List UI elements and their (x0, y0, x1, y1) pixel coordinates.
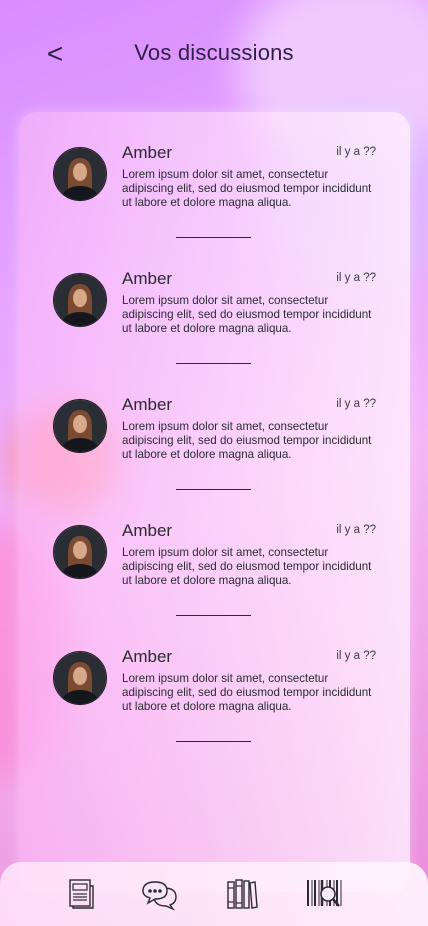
contact-name: Amber (122, 143, 173, 162)
conversation-item[interactable]: Amber il y a ?? Lorem ipsum dolor sit am… (19, 616, 410, 742)
nav-library-button[interactable] (222, 876, 262, 912)
separator (176, 741, 251, 742)
conversation-item[interactable]: Amber il y a ?? Lorem ipsum dolor sit am… (19, 364, 410, 490)
message-time: il y a ?? (336, 524, 376, 536)
avatar (53, 399, 107, 453)
header: < Vos discussions (0, 0, 428, 110)
conversation-item[interactable]: Amber il y a ?? Lorem ipsum dolor sit am… (19, 112, 410, 238)
contact-name: Amber (122, 647, 173, 666)
avatar (53, 147, 107, 201)
nav-scan-button[interactable] (303, 876, 343, 912)
avatar (53, 651, 107, 705)
contact-name: Amber (122, 269, 173, 288)
page-title: Vos discussions (134, 40, 294, 65)
message-preview: Lorem ipsum dolor sit amet, consectetur … (122, 420, 372, 461)
chat-icon (142, 881, 177, 911)
nav-chat-button[interactable] (140, 876, 180, 912)
conversation-list: Amber il y a ?? Lorem ipsum dolor sit am… (19, 112, 410, 892)
message-time: il y a ?? (336, 650, 376, 662)
contact-name: Amber (122, 521, 173, 540)
bottom-nav (0, 862, 428, 926)
message-preview: Lorem ipsum dolor sit amet, consectetur … (122, 168, 372, 209)
message-time: il y a ?? (336, 146, 376, 158)
message-preview: Lorem ipsum dolor sit amet, consectetur … (122, 546, 372, 587)
library-icon (227, 879, 258, 909)
message-preview: Lorem ipsum dolor sit amet, consectetur … (122, 294, 372, 335)
avatar (53, 273, 107, 327)
message-preview: Lorem ipsum dolor sit amet, consectetur … (122, 672, 372, 713)
contact-name: Amber (122, 395, 173, 414)
conversation-item[interactable]: Amber il y a ?? Lorem ipsum dolor sit am… (19, 238, 410, 364)
message-time: il y a ?? (336, 398, 376, 410)
barcode-search-icon (307, 880, 342, 907)
nav-news-button[interactable] (63, 876, 103, 912)
news-icon (69, 879, 94, 909)
conversation-item[interactable]: Amber il y a ?? Lorem ipsum dolor sit am… (19, 490, 410, 616)
avatar (53, 525, 107, 579)
message-time: il y a ?? (336, 272, 376, 284)
